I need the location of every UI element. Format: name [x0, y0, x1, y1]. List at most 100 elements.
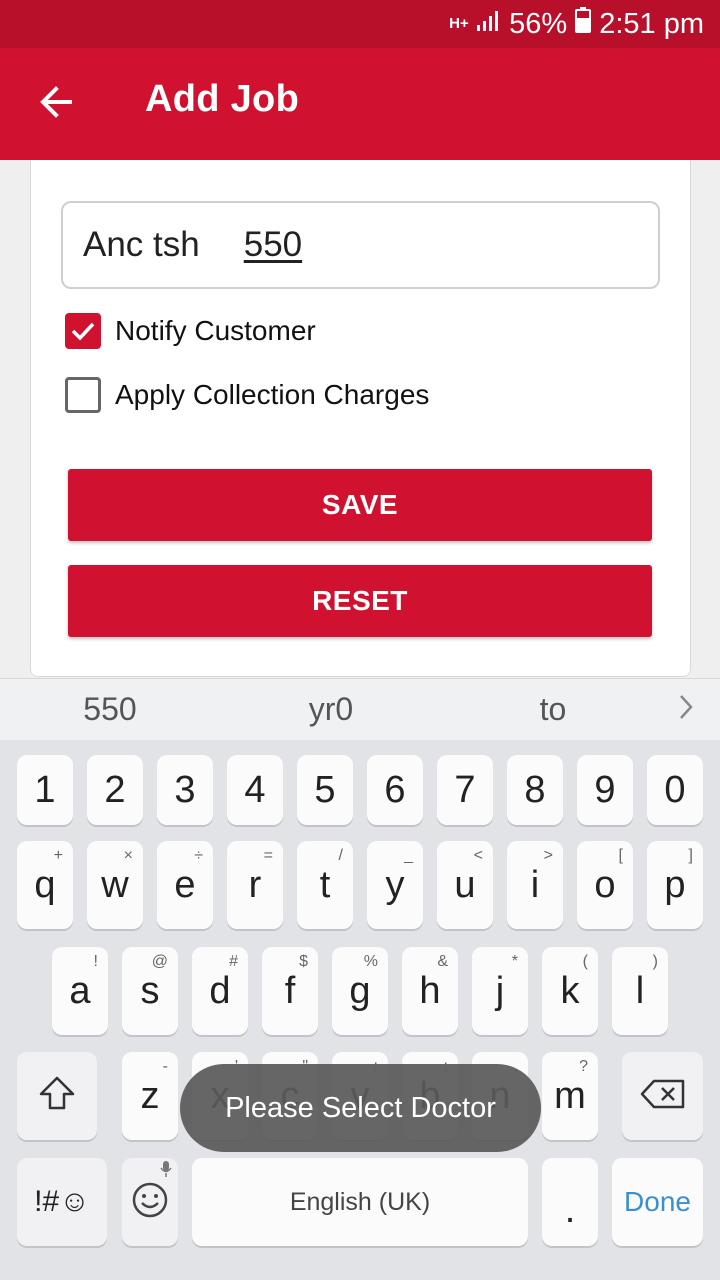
shift-icon [37, 1074, 77, 1119]
key-l[interactable]: l) [612, 947, 668, 1035]
key-j-hint: * [511, 953, 518, 970]
key-5-label: 5 [314, 768, 336, 811]
key-9-label: 9 [594, 768, 616, 811]
key-4-label: 4 [244, 768, 266, 811]
clock: 2:51 pm [599, 7, 704, 40]
key-8-label: 8 [524, 768, 546, 811]
key-q-hint: + [53, 847, 63, 864]
form-card: Anc tsh 550 Notify Customer Apply Collec… [30, 160, 691, 677]
key-r[interactable]: r = [227, 841, 283, 929]
key-i[interactable]: i > [507, 841, 563, 929]
key-7-label: 7 [454, 768, 476, 811]
key-6[interactable]: 6 [367, 755, 423, 825]
key-z-label: z [140, 1074, 160, 1117]
suggestion-2[interactable]: yr0 [251, 691, 411, 728]
space-key[interactable]: English (UK) [192, 1158, 528, 1246]
key-4[interactable]: 4 [227, 755, 283, 825]
key-7[interactable]: 7 [437, 755, 493, 825]
key-t[interactable]: t / [297, 841, 353, 929]
app-bar: Add Job [0, 48, 720, 160]
key-e-label: e [174, 863, 196, 906]
key-h[interactable]: h & [402, 947, 458, 1035]
apply-collection-charges-checkbox[interactable]: Apply Collection Charges [65, 375, 429, 415]
key-2[interactable]: 2 [87, 755, 143, 825]
key-g-label: g [349, 969, 371, 1012]
key-p-hint: ] [688, 847, 693, 864]
key-y-hint: _ [404, 847, 413, 864]
battery-icon [575, 7, 592, 41]
key-z[interactable]: z- [122, 1052, 178, 1140]
backspace-key[interactable] [622, 1052, 703, 1140]
amount-field-label: Anc tsh [83, 225, 200, 264]
key-r-label: r [248, 863, 262, 906]
key-q[interactable]: q + [17, 841, 73, 929]
key-5[interactable]: 5 [297, 755, 353, 825]
key-j[interactable]: j * [472, 947, 528, 1035]
key-6-label: 6 [384, 768, 406, 811]
key-w-hint: × [123, 847, 133, 864]
key-0[interactable]: 0 [647, 755, 703, 825]
key-m-hint: ? [579, 1058, 588, 1075]
symbols-key[interactable]: !#☺ [17, 1158, 107, 1246]
key-o-label: o [594, 863, 616, 906]
keyboard-suggestion-bar: 550 yr0 to [0, 678, 720, 740]
keyboard: !#☺ English (UK) . Done 1 2 3 4 5 6 7 8 9 0 q + w × e ÷… [0, 740, 720, 1280]
done-key[interactable]: Done [612, 1158, 703, 1246]
key-s[interactable]: s @ [122, 947, 178, 1035]
apply-collection-charges-label: Apply Collection Charges [115, 379, 430, 410]
key-a[interactable]: a! [52, 947, 108, 1035]
notify-customer-label: Notify Customer [115, 315, 316, 346]
key-f-hint: $ [299, 953, 308, 970]
key-g[interactable]: g% [332, 947, 388, 1035]
key-1[interactable]: 1 [17, 755, 73, 825]
key-d-hint: # [229, 953, 238, 970]
key-9[interactable]: 9 [577, 755, 633, 825]
key-f[interactable]: f $ [262, 947, 318, 1035]
key-m-label: m [554, 1074, 586, 1117]
key-w[interactable]: w × [87, 841, 143, 929]
key-p[interactable]: p] [647, 841, 703, 929]
save-button[interactable]: SAVE [68, 469, 652, 541]
page-title: Add Job [145, 78, 300, 120]
key-u-label: u [454, 863, 476, 906]
key-t-label: t [319, 863, 331, 906]
key-l-hint: ) [652, 953, 658, 970]
backspace-icon [640, 1079, 686, 1114]
notify-customer-checkbox[interactable]: Notify Customer [65, 311, 316, 351]
key-p-label: p [664, 863, 686, 906]
status-bar: H+ 56% 2:51 pm [0, 0, 720, 48]
key-d[interactable]: d # [192, 947, 248, 1035]
emoji-key[interactable] [122, 1158, 178, 1246]
suggestion-3[interactable]: to [473, 691, 633, 728]
suggestion-1[interactable]: 550 [30, 691, 190, 728]
key-i-label: i [530, 863, 540, 906]
back-button[interactable] [24, 72, 88, 136]
key-u[interactable]: u < [437, 841, 493, 929]
period-key[interactable]: . [542, 1158, 598, 1246]
key-h-hint: & [437, 953, 448, 970]
checkbox-checked-icon [65, 313, 101, 349]
key-q-label: q [34, 863, 56, 906]
key-e[interactable]: e ÷ [157, 841, 213, 929]
amount-field[interactable]: Anc tsh 550 [61, 201, 660, 289]
key-3[interactable]: 3 [157, 755, 213, 825]
key-f-label: f [284, 969, 296, 1012]
key-3-label: 3 [174, 768, 196, 811]
reset-button[interactable]: RESET [68, 565, 652, 637]
chevron-right-icon[interactable] [678, 693, 694, 726]
key-h-label: h [419, 969, 441, 1012]
key-r-hint: = [263, 847, 273, 864]
shift-key[interactable] [17, 1052, 97, 1140]
key-y[interactable]: y _ [367, 841, 423, 929]
key-k[interactable]: k( [542, 947, 598, 1035]
network-type-indicator: H+ [449, 15, 469, 32]
key-8[interactable]: 8 [507, 755, 563, 825]
key-z-hint: - [162, 1058, 168, 1075]
key-a-label: a [69, 969, 91, 1012]
amount-field-value[interactable]: 550 [244, 225, 302, 265]
key-y-label: y [385, 863, 405, 906]
key-m[interactable]: m? [542, 1052, 598, 1140]
key-o[interactable]: o[ [577, 841, 633, 929]
key-k-label: k [560, 969, 580, 1012]
key-a-hint: ! [93, 953, 98, 970]
